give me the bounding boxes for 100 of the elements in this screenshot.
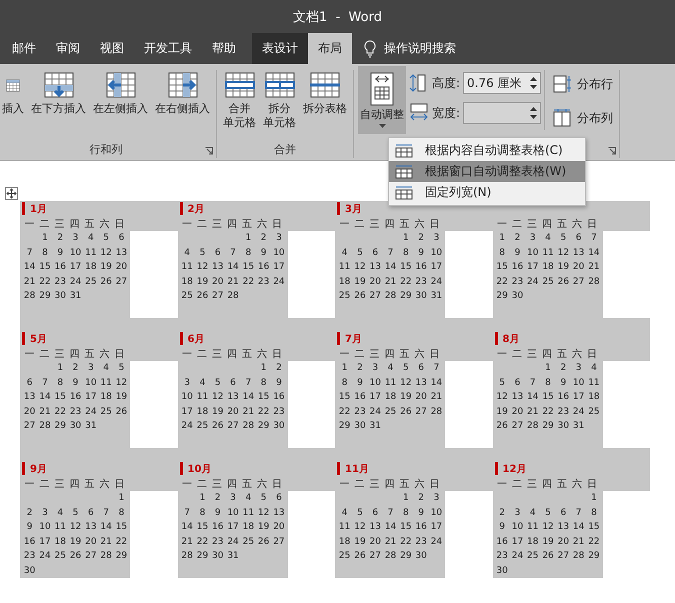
day-number: 29	[38, 291, 52, 302]
day-number: 11	[99, 378, 113, 388]
day-number: 14	[22, 262, 36, 272]
weekday-label: 二	[354, 478, 366, 490]
ribbon-button[interactable]: 在下方插入	[29, 66, 88, 118]
month-label: 8月	[502, 332, 520, 346]
menu-item[interactable]: 根据窗口自动调整表格(W)	[389, 161, 585, 182]
day-number: 19	[211, 406, 224, 417]
ribbon-button[interactable]: 在左侧插入	[91, 66, 150, 118]
ribbon-tab[interactable]: 布局	[308, 33, 352, 64]
ribbon-tab[interactable]: 邮件	[2, 33, 46, 64]
group-label: 合并	[274, 142, 296, 158]
weekday-label: 二	[511, 478, 523, 490]
day-number: 25	[84, 276, 98, 287]
day-number: 10	[430, 248, 444, 258]
ribbon-tab[interactable]: 视图	[90, 33, 134, 64]
day-number: 31	[84, 421, 98, 432]
day-number: 4	[56, 508, 64, 518]
day-number: 18	[180, 276, 194, 287]
day-number: 14	[38, 392, 52, 402]
day-number: 5	[356, 508, 364, 518]
day-number: 3	[528, 233, 537, 244]
day-number: 2	[417, 493, 425, 504]
day-number: 21	[242, 406, 256, 417]
weekday-label: 五	[84, 348, 96, 360]
day-number: 22	[338, 406, 352, 417]
day-number: 8	[41, 248, 49, 258]
tell-me-search[interactable]: 操作说明搜索	[384, 40, 456, 57]
ribbon-small-button[interactable]: 分布行	[551, 72, 616, 96]
day-number: 4	[340, 508, 349, 518]
weekday-label: 四	[68, 348, 80, 360]
day-number: 23	[68, 406, 82, 417]
spin-field[interactable]: 0.76 厘米	[463, 72, 542, 94]
ribbon-small-button[interactable]: 分布列	[551, 106, 616, 130]
move-handle-icon[interactable]	[5, 187, 18, 200]
day-number: 24	[510, 551, 524, 562]
day-number: 25	[587, 406, 601, 417]
day-number: 25	[180, 291, 194, 302]
day-number: 29	[114, 551, 128, 562]
day-number: 5	[498, 378, 506, 388]
lightbulb-icon	[364, 40, 376, 58]
menu-item[interactable]: 固定列宽(N)	[389, 182, 585, 203]
day-number: 23	[510, 276, 524, 287]
weekday-label: 日	[114, 348, 126, 360]
day-number: 22	[242, 276, 256, 287]
ribbon-tab[interactable]: 表设计	[252, 33, 308, 64]
menu-item[interactable]: 根据内容自动调整表格(C)	[389, 140, 585, 161]
weekday-label: 五	[556, 218, 568, 230]
weekday-label: 四	[226, 218, 238, 230]
day-number: 24	[226, 536, 240, 547]
ribbon-tab[interactable]: 开发工具	[134, 33, 202, 64]
day-number: 28	[99, 551, 113, 562]
ribbon-button[interactable]: 插入	[0, 66, 26, 118]
month-label: 11月	[345, 462, 369, 476]
weekday-label: 日	[271, 348, 283, 360]
day-number: 23	[211, 536, 224, 547]
day-number: 27	[510, 421, 524, 432]
ribbon-button[interactable]: 合并 单元格	[221, 66, 258, 132]
day-number: 21	[180, 536, 194, 547]
day-number: 19	[399, 392, 413, 402]
day-number: 10	[84, 378, 98, 388]
day-number: 1	[260, 363, 268, 374]
ribbon-button[interactable]: 拆分表格	[301, 66, 349, 118]
day-number: 21	[526, 406, 540, 417]
day-number: 7	[26, 248, 34, 258]
weekday-label: 四	[226, 348, 238, 360]
day-number: 6	[371, 508, 380, 518]
ribbon-button[interactable]: 拆分 单元格	[261, 66, 298, 132]
day-number: 23	[256, 276, 270, 287]
day-number: 28	[384, 551, 398, 562]
spinner-arrows-icon	[530, 76, 538, 90]
day-number: 11	[526, 522, 540, 532]
day-number: 10	[38, 522, 52, 532]
weekday-label: 日	[271, 478, 283, 490]
day-number: 30	[272, 421, 286, 432]
spin-field[interactable]	[463, 102, 542, 124]
dialog-launcher-icon[interactable]	[205, 147, 213, 155]
weekday-label: 一	[338, 478, 350, 490]
day-number: 16	[54, 262, 67, 272]
day-number: 25	[196, 421, 210, 432]
day-number: 13	[368, 262, 382, 272]
weekday-label: 四	[541, 478, 553, 490]
day-number: 6	[417, 363, 425, 374]
day-number: 10	[572, 378, 586, 388]
dialog-launcher-icon[interactable]	[608, 147, 616, 155]
weekday-label: 五	[556, 348, 568, 360]
day-number: 30	[22, 566, 36, 576]
day-number: 29	[196, 551, 210, 562]
day-number: 23	[414, 536, 428, 547]
ribbon-tab[interactable]: 帮助	[202, 33, 246, 64]
ribbon-button[interactable]: 自动调整	[358, 66, 406, 134]
day-number: 16	[211, 522, 224, 532]
day-number: 24	[272, 276, 286, 287]
day-number: 24	[526, 276, 540, 287]
day-number: 27	[226, 421, 240, 432]
day-number: 17	[430, 262, 444, 272]
weekday-label: 日	[271, 218, 283, 230]
ribbon-tab[interactable]: 审阅	[46, 33, 90, 64]
ribbon-button[interactable]: 在右侧插入	[153, 66, 212, 118]
day-number: 8	[244, 248, 252, 258]
